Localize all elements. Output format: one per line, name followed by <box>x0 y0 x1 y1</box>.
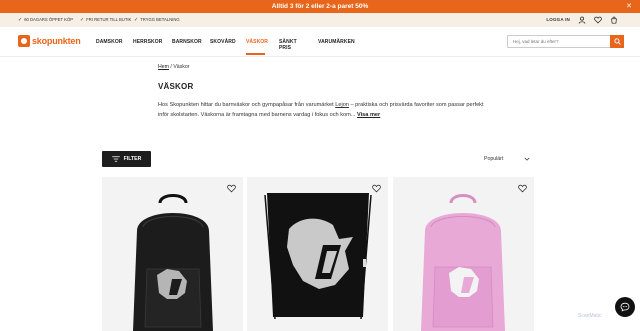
cart-icon[interactable] <box>610 16 618 24</box>
check-icon: ✓ <box>80 17 85 23</box>
usp-label: TRYGG BETALNING <box>140 17 180 22</box>
nav-item-barnskor[interactable]: BARNSKOR <box>172 39 202 45</box>
logo-mark-icon <box>18 35 30 47</box>
brand-link[interactable]: Lejon <box>335 102 349 108</box>
filter-icon <box>111 156 120 162</box>
breadcrumb-current: Väskor <box>173 64 190 70</box>
logo[interactable]: skopunkten <box>18 35 81 47</box>
search-icon <box>613 38 621 45</box>
product-card[interactable] <box>102 177 243 331</box>
heart-icon[interactable] <box>594 16 602 24</box>
promo-text: Alltid 3 för 2 eller 2-a paret 50% <box>271 3 369 10</box>
usp-label: FRI RETUR TILL BUTIK <box>86 17 132 22</box>
filter-button[interactable]: FILTER <box>102 151 151 167</box>
filter-label: FILTER <box>123 156 142 162</box>
breadcrumb-home[interactable]: Hem <box>158 64 169 70</box>
check-icon: ✓ <box>18 17 23 23</box>
search-button[interactable] <box>610 35 624 48</box>
search-box[interactable] <box>507 35 624 48</box>
category-description: Hos Skopunkten hittar du barnväskor och … <box>158 100 488 120</box>
active-nav-indicator <box>246 53 265 55</box>
usp-item-free-return: ✓ FRI RETUR TILL BUTIK <box>80 13 131 27</box>
watermark: ScanMatic <box>578 313 602 319</box>
backpack-pink-image <box>421 194 505 331</box>
breadcrumb: Hem / Väskor <box>158 64 189 70</box>
usp-label: 60 DAGARS ÖPPET KÖP <box>24 17 73 22</box>
nav-item-herrskor[interactable]: HERRSKOR <box>133 39 162 45</box>
chevron-down-icon <box>524 157 530 161</box>
usp-item-safe-payment: ✓ TRYGG BETALNING <box>134 13 180 27</box>
nav-item-skovard[interactable]: SKOVÅRD <box>210 39 236 45</box>
sort-select[interactable]: Populärt <box>480 151 534 167</box>
gymbag-black-image <box>264 193 372 320</box>
page-title: VÄSKOR <box>158 82 194 91</box>
show-more-link[interactable]: Visa mer <box>357 112 380 118</box>
breadcrumb-separator: / <box>170 64 172 70</box>
favorite-heart-icon[interactable] <box>518 184 527 193</box>
chat-button[interactable] <box>615 297 635 317</box>
nav-item-sankt-pris[interactable]: SÄNKT PRIS <box>279 39 297 51</box>
nav-item-varumarken[interactable]: VARUMÄRKEN <box>318 39 355 45</box>
nav-item-damskor[interactable]: DAMSKOR <box>96 39 123 45</box>
close-icon[interactable]: ✕ <box>626 0 632 13</box>
login-link[interactable]: LOGGA IN <box>546 13 570 27</box>
usp-bar: ✓ 60 DAGARS ÖPPET KÖP ✓ FRI RETUR TILL B… <box>0 13 640 27</box>
check-icon: ✓ <box>134 17 139 23</box>
sort-value: Populärt <box>484 156 504 162</box>
logo-text: skopunkten <box>32 36 81 46</box>
site-header: skopunkten DAMSKOR HERRSKOR BARNSKOR SKO… <box>0 27 640 57</box>
nav-item-vaskor[interactable]: VÄSKOR <box>246 39 268 45</box>
chat-bubble-icon <box>620 302 630 312</box>
user-icon[interactable] <box>578 16 586 24</box>
backpack-black-image <box>133 194 213 331</box>
favorite-heart-icon[interactable] <box>227 184 236 193</box>
product-card[interactable] <box>247 177 388 331</box>
search-input[interactable] <box>513 36 603 47</box>
promo-banner[interactable]: Alltid 3 för 2 eller 2-a paret 50% ✕ <box>0 0 640 13</box>
product-card[interactable] <box>393 177 534 331</box>
usp-item-open-purchase: ✓ 60 DAGARS ÖPPET KÖP <box>18 13 73 27</box>
description-text: Hos Skopunkten hittar du barnväskor och … <box>158 102 336 108</box>
